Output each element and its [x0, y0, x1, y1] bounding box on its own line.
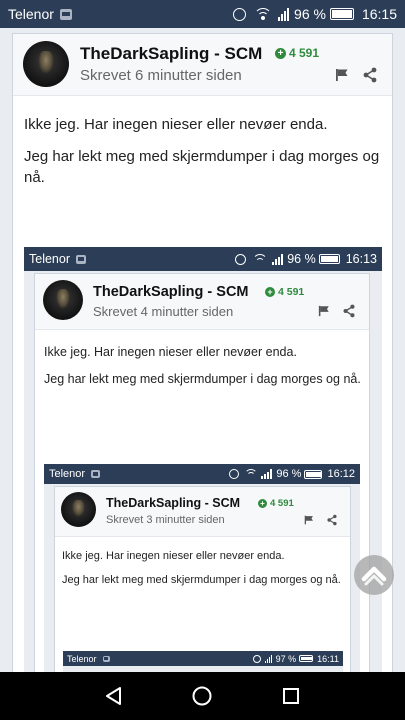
screen: { "status_bar": { "carrier": "Telenor", …	[0, 0, 405, 720]
signal-icon	[278, 7, 290, 21]
clock: 16:15	[361, 6, 397, 22]
signal-icon	[261, 469, 273, 479]
share-icon	[343, 304, 355, 318]
reputation-value: 4 591	[289, 46, 320, 60]
wifi-icon	[254, 7, 273, 21]
signal-icon	[272, 253, 284, 265]
post-paragraph: Jeg har lekt meg med skjermdumper i dag …	[44, 371, 361, 386]
username[interactable]: TheDarkSapling - SCM	[80, 44, 262, 64]
plus-icon: +	[265, 287, 275, 297]
carrier-label: Telenor	[29, 252, 70, 266]
reputation-badge: + 4 591	[275, 46, 319, 60]
battery-icon	[304, 469, 323, 479]
username: TheDarkSapling - SCM	[106, 496, 241, 510]
scroll-to-top-button[interactable]	[354, 555, 394, 595]
reputation-badge: + 4 591	[265, 286, 304, 298]
status-bar: Telenor 96 % 16:13	[24, 247, 382, 271]
battery-percent: 96 %	[287, 252, 316, 266]
share-icon[interactable]	[363, 67, 377, 83]
avatar[interactable]	[23, 41, 69, 87]
square-recents-icon[interactable]	[280, 685, 302, 707]
plus-icon: +	[258, 499, 267, 508]
avatar	[43, 280, 83, 320]
status-bar: Telenor 96 % 16:12	[44, 464, 360, 484]
carrier-label: Telenor	[67, 653, 97, 664]
battery-percent: 96 %	[276, 468, 302, 480]
wifi-icon	[244, 469, 258, 479]
sim-icon	[59, 8, 72, 20]
sim-icon	[76, 254, 86, 264]
battery-percent: 96 %	[294, 6, 326, 22]
triangle-back-icon[interactable]	[103, 685, 125, 707]
flag-icon[interactable]	[335, 68, 349, 82]
avatar	[61, 492, 96, 527]
plus-icon: +	[275, 47, 286, 59]
clock: 16:13	[345, 252, 377, 266]
post-body: Ikke jeg. Har inegen nieser eller nevøer…	[24, 114, 384, 200]
clock: 16:12	[327, 468, 355, 480]
wifi-icon	[252, 253, 268, 265]
signal-icon	[264, 654, 273, 663]
post-header	[55, 487, 350, 537]
alarm-icon	[233, 7, 247, 21]
post-timestamp: Skrevet 6 minutter siden	[80, 67, 242, 84]
post-body: Ikke jeg. Har inegen nieser eller nevøer…	[62, 549, 344, 596]
alarm-icon	[235, 253, 247, 265]
carrier-label: Telenor	[49, 468, 86, 480]
post-paragraph: Ikke jeg. Har inegen nieser eller nevøer…	[44, 345, 297, 359]
status-bar: Telenor 97 % 16:11	[63, 651, 343, 666]
sim-icon	[91, 470, 101, 478]
alarm-icon	[229, 469, 240, 479]
flag-icon	[304, 515, 313, 525]
reputation-value: 4 591	[278, 286, 305, 298]
battery-percent: 97 %	[275, 653, 297, 664]
battery-icon	[318, 254, 340, 264]
clock: 16:11	[317, 653, 339, 664]
share-icon	[327, 514, 337, 526]
reputation-badge: + 4 591	[258, 498, 294, 509]
post-paragraph: Jeg har lekt meg med skjermdumper i dag …	[24, 148, 380, 187]
flag-icon	[318, 305, 329, 317]
post-paragraph: Ikke jeg. Har inegen nieser eller nevøer…	[24, 116, 328, 133]
carrier-label: Telenor	[8, 6, 54, 22]
post-card: TheDarkSapling - SCM + 4 591 Skrevet 4 m…	[34, 273, 370, 707]
navigation-bar	[0, 672, 405, 720]
embedded-screenshot: Telenor 96 % 16:12 TheDarkSapling - SCM …	[44, 464, 360, 707]
post-body: Ikke jeg. Har inegen nieser eller nevøer…	[44, 344, 362, 398]
circle-home-icon[interactable]	[191, 685, 213, 707]
post-header	[35, 274, 369, 330]
alarm-icon	[252, 654, 261, 663]
post-timestamp: Skrevet 3 minutter siden	[106, 514, 225, 526]
username: TheDarkSapling - SCM	[93, 284, 249, 300]
chevron-up-icon	[361, 566, 387, 586]
battery-icon	[299, 655, 314, 662]
post-timestamp: Skrevet 4 minutter siden	[93, 304, 234, 319]
status-bar: Telenor 96 % 16:15	[0, 0, 405, 28]
battery-icon	[329, 8, 354, 20]
reputation-value: 4 591	[270, 498, 294, 509]
post-paragraph: Jeg har lekt meg med skjermdumper i dag …	[62, 573, 341, 586]
post-card: TheDarkSapling - SCM + 4 591 Skrevet 6 m…	[12, 33, 393, 707]
embedded-screenshot[interactable]: Telenor 96 % 16:13 TheDarkSapling - SCM …	[24, 247, 382, 707]
sim-icon	[102, 655, 110, 662]
post-paragraph: Ikke jeg. Har inegen nieser eller nevøer…	[62, 550, 285, 562]
